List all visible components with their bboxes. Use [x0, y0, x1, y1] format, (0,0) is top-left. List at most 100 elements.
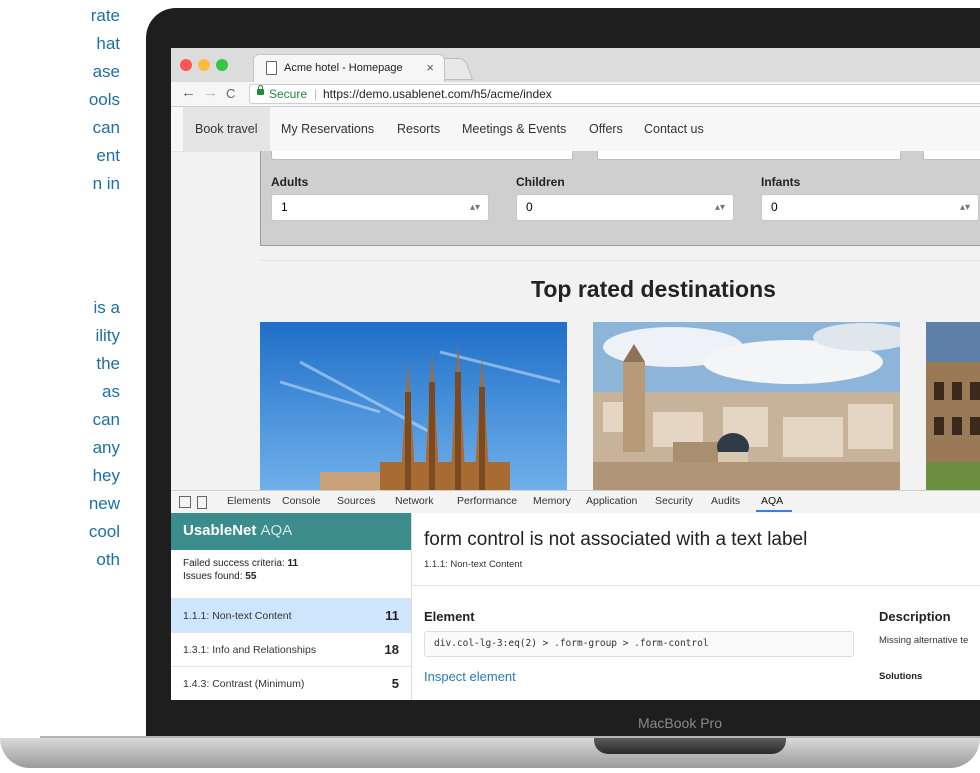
secure-label: Secure [269, 87, 308, 101]
address-bar: ← → C Secure | https://demo.usablenet.co… [171, 82, 980, 107]
inspect-element-link[interactable]: Inspect element [424, 669, 516, 684]
devtools-tab-security[interactable]: Security [655, 495, 693, 507]
devtools-tab-elements[interactable]: Elements [227, 495, 271, 507]
solutions-heading: Solutions [879, 671, 923, 682]
side-text-line: hat [96, 34, 120, 53]
select-arrows-icon: ▴▾ [469, 202, 480, 213]
description-text: Missing alternative te [879, 635, 969, 646]
section-title: Top rated destinations [531, 276, 776, 302]
devtools-tab-network[interactable]: Network [395, 495, 434, 507]
side-text-line: new [88, 494, 120, 513]
page-icon [266, 61, 277, 75]
form-input-partial[interactable] [597, 151, 901, 160]
devtools-tab-sources[interactable]: Sources [337, 495, 376, 507]
form-input-partial[interactable] [271, 151, 573, 160]
criterion-label: 1.3.1: Info and Relationships [183, 644, 317, 656]
devtools-tab-memory[interactable]: Memory [533, 495, 571, 507]
children-label: Children [516, 175, 565, 189]
side-text-line: ools [88, 90, 120, 109]
laptop-base [0, 738, 980, 768]
browser-tab-bar: Acme hotel - Homepage × [171, 48, 980, 83]
devtools-tab-aqa[interactable]: AQA [761, 495, 783, 507]
back-arrow-icon[interactable]: ← [181, 84, 196, 101]
device-toolbar-icon[interactable] [197, 496, 207, 509]
side-text-line: n in [92, 174, 120, 193]
description-heading: Description [879, 609, 951, 624]
criterion-label: 1.4.3: Contrast (Minimum) [183, 678, 305, 690]
nav-item-my-reservations[interactable]: My Reservations [281, 107, 374, 151]
children-select[interactable]: 0 ▴▾ [516, 194, 734, 221]
side-text-line: rate [90, 6, 120, 25]
destination-photo-madrid[interactable] [593, 322, 900, 490]
infants-label: Infants [761, 175, 801, 189]
select-arrows-icon: ▴▾ [959, 202, 970, 213]
side-marketing-text: rate hat ase ools can ent n in is a ilit… [0, 0, 120, 773]
nav-item-book-travel[interactable]: Book travel [183, 107, 270, 151]
close-window-icon[interactable] [180, 59, 192, 71]
criterion-item-1-4-3[interactable]: 1.4.3: Contrast (Minimum) 5 [171, 666, 411, 700]
adults-label: Adults [271, 175, 309, 189]
maximize-window-icon[interactable] [216, 59, 228, 71]
issue-title: form control is not associated with a te… [424, 529, 808, 550]
devtools-tab-application[interactable]: Application [586, 495, 637, 507]
destination-photo-barcelona[interactable] [260, 322, 567, 490]
url-separator: | [314, 87, 318, 101]
nav-item-meetings-events[interactable]: Meetings & Events [462, 107, 566, 151]
devtools-tab-audits[interactable]: Audits [711, 495, 740, 507]
aqa-sidebar: UsableNet AQA Failed success criteria: 1… [171, 513, 412, 700]
laptop-label: MacBook Pro [637, 715, 723, 731]
nav-item-offers[interactable]: Offers [589, 107, 623, 151]
select-arrows-icon: ▴▾ [714, 202, 725, 213]
selector-box[interactable]: div.col-lg-3:eq(2) > .form-group > .form… [424, 631, 854, 657]
aqa-header: UsableNet AQA [171, 513, 411, 550]
side-text-line: ility [95, 326, 120, 345]
laptop-hinge-notch [594, 738, 786, 754]
side-text-line: as [102, 382, 120, 401]
adults-select[interactable]: 1 ▴▾ [271, 194, 489, 221]
side-text-line: the [96, 354, 120, 373]
inspect-cursor-icon[interactable] [179, 496, 191, 508]
active-tab-indicator [756, 510, 792, 512]
side-text-line: is a [93, 298, 120, 317]
infants-select[interactable]: 0 ▴▾ [761, 194, 979, 221]
minimize-window-icon[interactable] [198, 59, 210, 71]
url-text: https://demo.usablenet.com/h5/acme/index [323, 87, 552, 101]
browser-tab[interactable]: Acme hotel - Homepage × [253, 54, 445, 83]
selector-text: div.col-lg-3:eq(2) > .form-group > .form… [434, 638, 709, 649]
close-icon[interactable]: × [426, 60, 434, 75]
reload-icon[interactable]: C [226, 86, 235, 101]
criterion-item-1-1-1[interactable]: 1.1.1: Non-text Content 11 [171, 598, 411, 632]
criterion-count: 18 [384, 642, 399, 657]
side-text-line: can [92, 118, 120, 137]
issue-divider [412, 585, 980, 586]
aqa-logo: UsableNet AQA [183, 522, 293, 539]
side-text-line: cool [88, 522, 120, 541]
issue-criterion: 1.1.1: Non-text Content [424, 559, 523, 570]
tab-title: Acme hotel - Homepage [284, 62, 403, 74]
side-text-line: any [92, 438, 120, 457]
aqa-summary: Failed success criteria: 11 Issues found… [183, 558, 299, 582]
criterion-label: 1.1.1: Non-text Content [183, 610, 292, 622]
form-input-partial[interactable] [923, 151, 980, 160]
criterion-item-1-3-1[interactable]: 1.3.1: Info and Relationships 18 [171, 632, 411, 666]
criterion-count: 11 [385, 608, 399, 623]
lock-icon [257, 85, 264, 95]
devtools-tab-console[interactable]: Console [282, 495, 321, 507]
criterion-count: 5 [391, 676, 399, 691]
destination-photo-rome[interactable] [926, 322, 980, 490]
forward-arrow-icon[interactable]: → [203, 84, 218, 101]
site-navigation: Book travel My Reservations Resorts Meet… [171, 107, 980, 152]
nav-item-contact-us[interactable]: Contact us [644, 107, 704, 151]
side-text-line: oth [96, 550, 120, 569]
devtools-tab-performance[interactable]: Performance [457, 495, 517, 507]
side-text-line: ent [96, 146, 120, 165]
children-value: 0 [526, 200, 533, 214]
adults-value: 1 [281, 200, 288, 214]
side-text-line: ase [92, 62, 120, 81]
infants-value: 0 [771, 200, 778, 214]
laptop-screen: Acme hotel - Homepage × ← → C Secure | h… [171, 48, 980, 700]
element-heading: Element [424, 609, 475, 624]
booking-form: Adults 1 ▴▾ Children 0 ▴▾ Infants 0 ▴▾ [260, 151, 980, 246]
nav-item-resorts[interactable]: Resorts [397, 107, 440, 151]
url-input[interactable]: Secure | https://demo.usablenet.com/h5/a… [249, 84, 980, 104]
